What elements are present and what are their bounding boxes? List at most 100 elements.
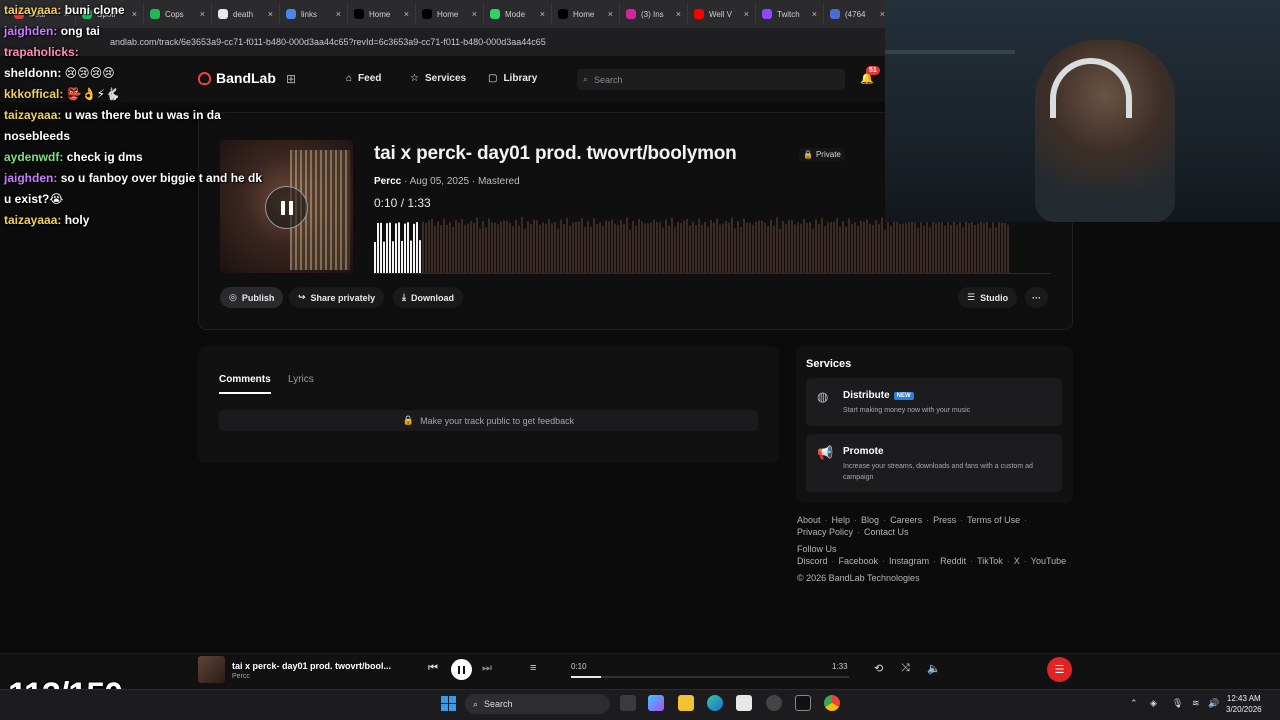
browser-tab[interactable]: Home ×	[416, 3, 484, 25]
windows-start-icon[interactable]	[441, 696, 456, 711]
waveform-bar	[815, 219, 817, 274]
player-artist[interactable]: Percc	[232, 673, 250, 680]
footer-link[interactable]: Contact Us	[864, 527, 909, 537]
tab-lyrics[interactable]: Lyrics	[288, 374, 314, 385]
microphone-icon[interactable]: 🎙	[1172, 698, 1183, 709]
tab-label: Twitch	[777, 9, 800, 19]
share-privately-button[interactable]: ↪ Share privately	[289, 287, 385, 308]
chat-username[interactable]: jaighden:	[4, 24, 57, 38]
capcut-icon[interactable]	[795, 695, 811, 711]
player-track-title[interactable]: tai x perck- day01 prod. twovrt/bool...	[232, 661, 391, 671]
browser-tab[interactable]: (4764 ×	[824, 3, 885, 25]
waveform-bar	[554, 222, 556, 274]
player-progress-bar[interactable]	[571, 676, 849, 678]
file-explorer-icon[interactable]	[678, 695, 694, 711]
footer-link[interactable]: TikTok	[977, 556, 1003, 566]
tab-close-icon[interactable]: ×	[404, 9, 409, 19]
footer-link[interactable]: Careers	[890, 515, 922, 525]
footer-link[interactable]: Discord	[797, 556, 828, 566]
tab-comments[interactable]: Comments	[219, 374, 271, 394]
footer-link[interactable]: Privacy Policy	[797, 527, 853, 537]
tray-app-icon[interactable]: ◈	[1150, 698, 1157, 709]
player-cover-art[interactable]	[198, 656, 225, 683]
chat-username[interactable]: taizayaaa:	[4, 108, 61, 122]
chat-username[interactable]: sheldonn:	[4, 66, 61, 80]
waveform[interactable]	[374, 214, 1050, 274]
browser-tab[interactable]: Twitch ×	[756, 3, 824, 25]
browser-tab[interactable]: Home ×	[552, 3, 620, 25]
waveform-bar	[635, 225, 637, 274]
footer-link[interactable]: Instagram	[889, 556, 929, 566]
chat-username[interactable]: taizayaaa:	[4, 3, 61, 17]
megaphone-icon: 📢	[817, 445, 834, 460]
player-pause-button[interactable]	[451, 659, 472, 680]
waveform-bar	[698, 218, 700, 274]
waveform-bar	[800, 223, 802, 274]
wifi-icon[interactable]: ≋	[1192, 698, 1200, 709]
tab-close-icon[interactable]: ×	[336, 9, 341, 19]
more-options-button[interactable]: ···	[1025, 287, 1048, 308]
app-icon[interactable]	[766, 695, 782, 711]
waveform-bar	[671, 217, 673, 274]
footer-link[interactable]: Help	[832, 515, 851, 525]
browser-tab[interactable]: Mode ×	[484, 3, 552, 25]
nav-library[interactable]: ▢ Library	[488, 73, 537, 84]
publish-button[interactable]: ◎ Publish	[220, 287, 284, 308]
chat-username[interactable]: jaighden:	[4, 171, 57, 185]
track-artist[interactable]: Percc	[374, 176, 401, 187]
browser-tab[interactable]: Well V ×	[688, 3, 756, 25]
taskbar-clock[interactable]: 12:43 AM 3/20/2026	[1226, 693, 1262, 715]
shuffle-icon[interactable]: ⤨	[901, 662, 910, 675]
previous-icon[interactable]: ⏮	[428, 662, 438, 675]
edge-icon[interactable]	[707, 695, 723, 711]
waveform-bar	[785, 224, 787, 274]
waveform-bar	[731, 217, 733, 274]
menu-button[interactable]: ☰	[1047, 657, 1072, 682]
waveform-bar	[701, 224, 703, 274]
tab-close-icon[interactable]: ×	[608, 9, 613, 19]
footer-link[interactable]: Press	[933, 515, 956, 525]
separator-dot: ·	[824, 515, 828, 525]
download-button[interactable]: ⤓ Download	[393, 287, 463, 308]
volume-icon[interactable]: 🔈	[927, 662, 941, 675]
waveform-bar	[443, 218, 445, 274]
search-input[interactable]: ⌕ Search	[577, 69, 845, 90]
footer-link[interactable]: Reddit	[940, 556, 966, 566]
copilot-icon[interactable]	[648, 695, 664, 711]
tab-close-icon[interactable]: ×	[472, 9, 477, 19]
task-view-icon[interactable]	[620, 695, 636, 711]
footer-link[interactable]: About	[797, 515, 821, 525]
footer-link[interactable]: X	[1014, 556, 1020, 566]
waveform-bar	[986, 217, 988, 274]
waveform-bar	[452, 227, 454, 274]
studio-button[interactable]: ☰ Studio	[958, 287, 1018, 308]
tab-close-icon[interactable]: ×	[812, 9, 817, 19]
tray-chevron-icon[interactable]: ⌃	[1130, 698, 1138, 709]
footer-link[interactable]: Blog	[861, 515, 879, 525]
repeat-icon[interactable]: ⟲	[874, 662, 883, 675]
share-label: Share privately	[310, 292, 376, 303]
chat-username[interactable]: aydenwdf:	[4, 150, 63, 164]
tab-close-icon[interactable]: ×	[540, 9, 545, 19]
speaker-icon[interactable]: 🔊	[1208, 698, 1219, 709]
tab-close-icon[interactable]: ×	[676, 9, 681, 19]
next-icon[interactable]: ⏭	[482, 662, 492, 675]
footer-link[interactable]: YouTube	[1031, 556, 1066, 566]
chat-username[interactable]: taizayaaa:	[4, 213, 61, 227]
tab-close-icon[interactable]: ×	[744, 9, 749, 19]
queue-icon[interactable]: ≡	[530, 662, 536, 674]
browser-tab[interactable]: Home ×	[348, 3, 416, 25]
footer-link[interactable]: Facebook	[839, 556, 879, 566]
chrome-icon[interactable]	[824, 695, 840, 711]
nav-services[interactable]: ☆ Services	[410, 73, 466, 84]
distribute-service[interactable]	[806, 378, 1062, 426]
chat-username[interactable]: kkkoffical:	[4, 87, 63, 101]
footer-link[interactable]: Terms of Use	[967, 515, 1020, 525]
distribute-title-row: Distribute NEW	[843, 390, 914, 401]
nav-feed[interactable]: ⌂ Feed	[346, 73, 381, 84]
browser-tab[interactable]: (3) Ins ×	[620, 3, 688, 25]
taskbar-search[interactable]: ⌕ Search	[465, 694, 610, 714]
waveform-bar	[533, 219, 535, 274]
chat-username[interactable]: trapaholicks:	[4, 45, 79, 59]
store-icon[interactable]	[736, 695, 752, 711]
